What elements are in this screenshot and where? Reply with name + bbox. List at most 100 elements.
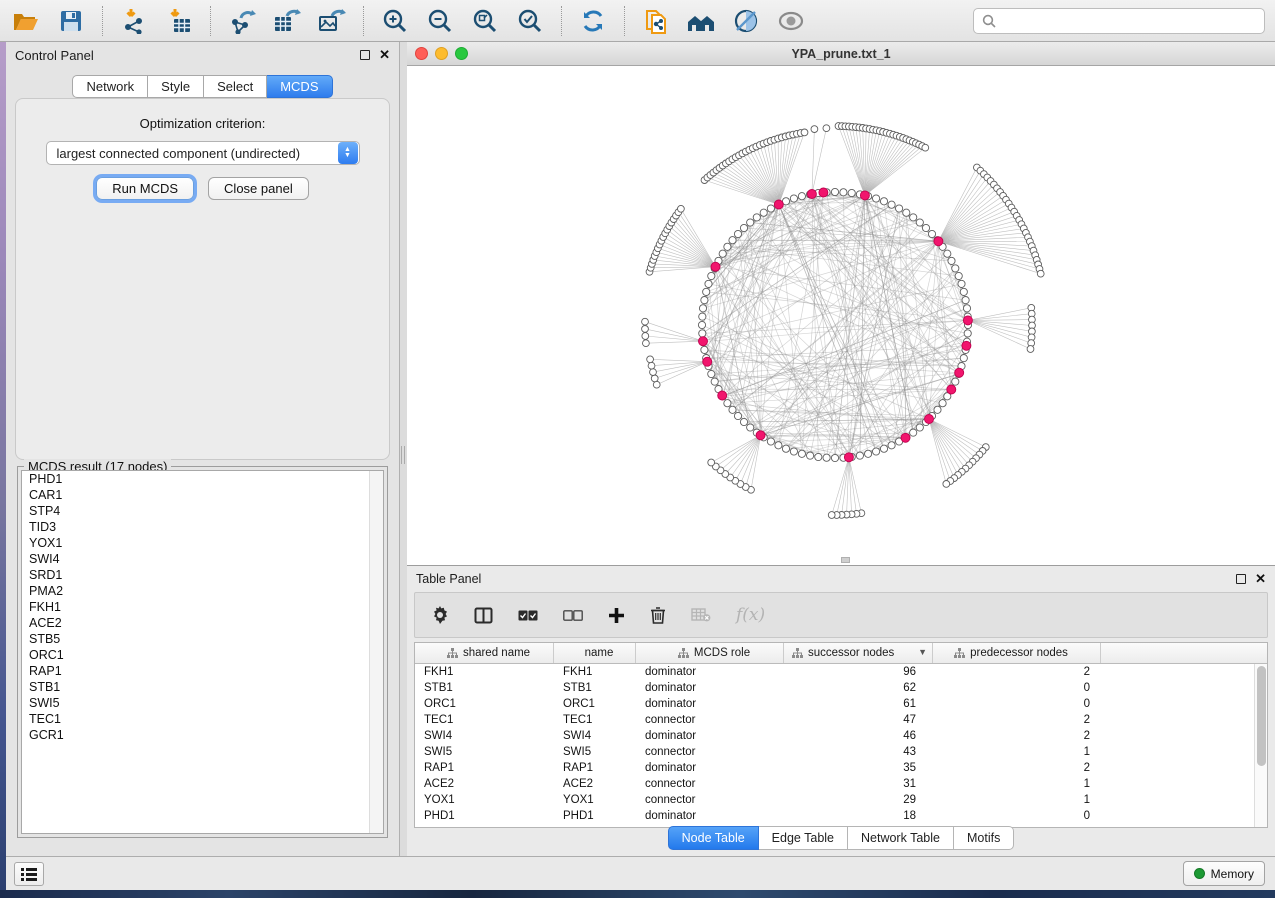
network-node[interactable]: [952, 378, 959, 385]
column-header-mcds-role[interactable]: MCDS role: [636, 643, 784, 663]
mcds-hub-node[interactable]: [860, 191, 869, 200]
mcds-result-item[interactable]: TID3: [22, 519, 383, 535]
tab-select[interactable]: Select: [204, 75, 267, 98]
network-node[interactable]: [699, 305, 706, 312]
column-header-successor-nodes[interactable]: successor nodes ▼: [784, 643, 933, 663]
network-node[interactable]: [753, 214, 760, 221]
network-node[interactable]: [828, 512, 835, 519]
network-node[interactable]: [955, 272, 962, 279]
import-network-button[interactable]: [118, 5, 150, 37]
network-node[interactable]: [815, 453, 822, 460]
network-node[interactable]: [811, 126, 818, 133]
network-node[interactable]: [711, 378, 718, 385]
network-node[interactable]: [642, 333, 649, 340]
home-button[interactable]: [685, 5, 717, 37]
mcds-hub-node[interactable]: [711, 262, 720, 271]
tab-motifs[interactable]: Motifs: [954, 826, 1014, 850]
network-node[interactable]: [960, 355, 967, 362]
network-node[interactable]: [729, 406, 736, 413]
network-node[interactable]: [642, 318, 649, 325]
mcds-hub-node[interactable]: [807, 190, 816, 199]
network-node[interactable]: [647, 356, 654, 363]
network-node[interactable]: [648, 362, 655, 369]
search-input[interactable]: [1002, 14, 1256, 28]
network-node[interactable]: [678, 205, 685, 212]
network-node[interactable]: [790, 195, 797, 202]
network-node[interactable]: [782, 445, 789, 452]
network-canvas[interactable]: [407, 66, 1275, 565]
zoom-fit-button[interactable]: [469, 5, 501, 37]
network-node[interactable]: [856, 452, 863, 459]
network-node[interactable]: [740, 418, 747, 425]
network-node[interactable]: [873, 195, 880, 202]
zoom-in-button[interactable]: [379, 5, 411, 37]
network-node[interactable]: [703, 288, 710, 295]
table-row[interactable]: SWI5SWI5connector431: [415, 744, 1267, 760]
mcds-result-item[interactable]: SRD1: [22, 567, 383, 583]
network-node[interactable]: [880, 198, 887, 205]
network-node[interactable]: [903, 209, 910, 216]
task-history-button[interactable]: [14, 862, 44, 886]
network-node[interactable]: [724, 243, 731, 250]
network-node[interactable]: [734, 230, 741, 237]
sort-descending-icon[interactable]: ▼: [918, 647, 927, 657]
mcds-hub-node[interactable]: [947, 385, 956, 394]
export-network-button[interactable]: [226, 5, 258, 37]
network-node[interactable]: [650, 369, 657, 376]
network-node[interactable]: [1037, 270, 1044, 277]
mcds-result-item[interactable]: RAP1: [22, 663, 383, 679]
network-node[interactable]: [653, 381, 660, 388]
table-row[interactable]: RAP1RAP1dominator352: [415, 760, 1267, 776]
network-node[interactable]: [888, 442, 895, 449]
float-table-panel-icon[interactable]: [1236, 574, 1246, 584]
open-file-button[interactable]: [10, 5, 42, 37]
mcds-result-list[interactable]: PHD1CAR1STP4TID3YOX1SWI4SRD1PMA2FKH1ACE2…: [21, 470, 384, 834]
table-row[interactable]: PHD1PHD1dominator180: [415, 808, 1267, 824]
zoom-selected-button[interactable]: [514, 5, 546, 37]
mcds-hub-node[interactable]: [925, 415, 934, 424]
tab-network-table[interactable]: Network Table: [848, 826, 954, 850]
network-node[interactable]: [642, 326, 649, 333]
zoom-out-button[interactable]: [424, 5, 456, 37]
save-session-button[interactable]: [55, 5, 87, 37]
network-node[interactable]: [1027, 346, 1034, 353]
network-node[interactable]: [719, 250, 726, 257]
export-image-button[interactable]: [316, 5, 348, 37]
network-node[interactable]: [701, 346, 708, 353]
network-node[interactable]: [801, 129, 808, 136]
hide-style-button[interactable]: [730, 5, 762, 37]
mcds-hub-node[interactable]: [718, 391, 727, 400]
table-settings-button[interactable]: [431, 606, 449, 624]
column-header-shared-name[interactable]: shared name: [415, 643, 554, 663]
network-node[interactable]: [944, 250, 951, 257]
mcds-result-item[interactable]: PHD1: [22, 471, 383, 487]
delete-table-button[interactable]: [691, 608, 711, 622]
table-row[interactable]: TEC1TEC1connector472: [415, 712, 1267, 728]
mcds-result-item[interactable]: CAR1: [22, 487, 383, 503]
tab-mcds[interactable]: MCDS: [267, 75, 332, 98]
network-node[interactable]: [724, 400, 731, 407]
network-node[interactable]: [734, 412, 741, 419]
mcds-result-item[interactable]: STB1: [22, 679, 383, 695]
apply-layout-button[interactable]: [577, 5, 609, 37]
table-row[interactable]: ORC1ORC1dominator610: [415, 696, 1267, 712]
deselect-all-button[interactable]: [563, 610, 583, 621]
criterion-select[interactable]: largest connected component (undirected)…: [46, 141, 360, 165]
network-node[interactable]: [798, 450, 805, 457]
network-node[interactable]: [916, 219, 923, 226]
network-node[interactable]: [767, 205, 774, 212]
network-node[interactable]: [807, 452, 814, 459]
network-node[interactable]: [928, 230, 935, 237]
network-node[interactable]: [896, 205, 903, 212]
table-scrollbar[interactable]: [1254, 664, 1267, 827]
network-node[interactable]: [952, 265, 959, 272]
mcds-result-item[interactable]: STP4: [22, 503, 383, 519]
mcds-hub-node[interactable]: [955, 368, 964, 377]
mcds-result-item[interactable]: STB5: [22, 631, 383, 647]
network-node[interactable]: [708, 272, 715, 279]
network-node[interactable]: [823, 454, 830, 461]
network-node[interactable]: [964, 330, 971, 337]
network-node[interactable]: [934, 406, 941, 413]
network-node[interactable]: [831, 188, 838, 195]
mcds-result-item[interactable]: GCR1: [22, 727, 383, 743]
